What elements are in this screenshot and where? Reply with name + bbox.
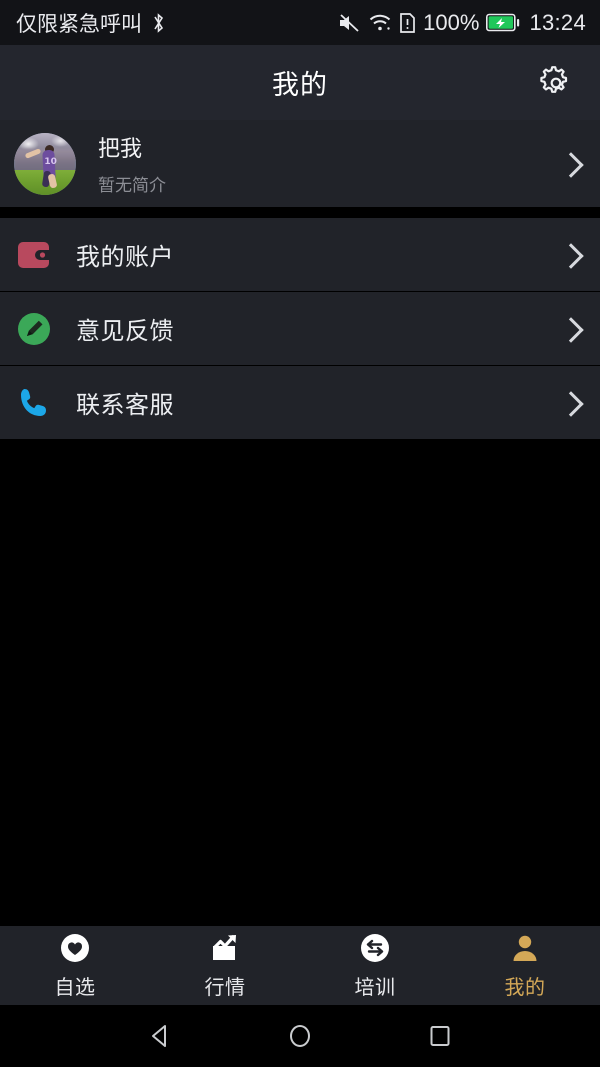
tab-label: 行情 (204, 977, 246, 999)
menu-item-support[interactable]: 联系客服 (0, 366, 600, 440)
status-bar: 仅限紧急呼叫 100% 13:24 (0, 0, 600, 45)
recents-square-icon[interactable] (417, 1013, 463, 1059)
sim-alert-icon (399, 12, 416, 34)
section-divider (0, 208, 600, 218)
menu-group: 我的账户 意见反馈 联系客服 (0, 218, 600, 440)
wifi-icon (368, 12, 392, 34)
tab-label: 培训 (354, 977, 396, 999)
title-bar: 我的 (0, 45, 600, 120)
home-circle-icon[interactable] (277, 1013, 323, 1059)
menu-item-feedback[interactable]: 意见反馈 (0, 292, 600, 366)
menu-item-label: 联系客服 (76, 392, 174, 419)
clock-label: 13:24 (529, 9, 586, 35)
heart-circle-icon (59, 931, 91, 965)
tab-profile[interactable]: 我的 (450, 926, 600, 1005)
empty-content-area (0, 440, 600, 925)
chart-trend-icon (208, 931, 242, 965)
pencil-circle-icon (14, 309, 54, 349)
menu-item-label: 我的账户 (76, 244, 174, 271)
phone-icon (14, 383, 54, 423)
menu-item-account[interactable]: 我的账户 (0, 218, 600, 292)
chevron-right-icon (562, 150, 578, 178)
chevron-right-icon (562, 389, 578, 417)
wallet-icon (14, 235, 54, 275)
carrier-label: 仅限紧急呼叫 (16, 12, 142, 36)
avatar: 10 (14, 132, 76, 195)
gear-icon[interactable] (534, 61, 578, 105)
chevron-right-icon (562, 315, 578, 343)
tab-label: 我的 (504, 977, 546, 999)
phone-screen: 仅限紧急呼叫 100% 13:24 我的 10 把我 暂无简介 我的账户 意见反… (0, 0, 600, 1067)
tab-market[interactable]: 行情 (150, 926, 300, 1005)
bottom-tab-bar: 自选 行情 培训 我的 (0, 925, 600, 1005)
profile-text: 把我 暂无简介 (98, 131, 166, 196)
profile-name: 把我 (98, 136, 143, 161)
tab-label: 自选 (54, 977, 96, 999)
chevron-right-icon (562, 241, 578, 269)
swap-circle-icon (359, 931, 391, 965)
page-title: 我的 (272, 70, 328, 100)
menu-item-label: 意见反馈 (76, 318, 174, 345)
tab-training[interactable]: 培训 (300, 926, 450, 1005)
android-nav-bar (0, 1005, 600, 1067)
tab-watchlist[interactable]: 自选 (0, 926, 150, 1005)
battery-charging-icon (486, 13, 520, 33)
battery-percent-label: 100% (423, 9, 480, 35)
status-bar-left: 仅限紧急呼叫 (16, 8, 166, 38)
back-triangle-icon[interactable] (137, 1013, 183, 1059)
profile-subtitle: 暂无简介 (98, 176, 166, 195)
profile-group: 10 把我 暂无简介 (0, 120, 600, 208)
mute-icon (337, 12, 361, 34)
person-icon (509, 931, 541, 965)
status-bar-right: 100% 13:24 (337, 10, 586, 36)
bluetooth-icon (151, 12, 166, 34)
profile-row[interactable]: 10 把我 暂无简介 (0, 120, 600, 208)
